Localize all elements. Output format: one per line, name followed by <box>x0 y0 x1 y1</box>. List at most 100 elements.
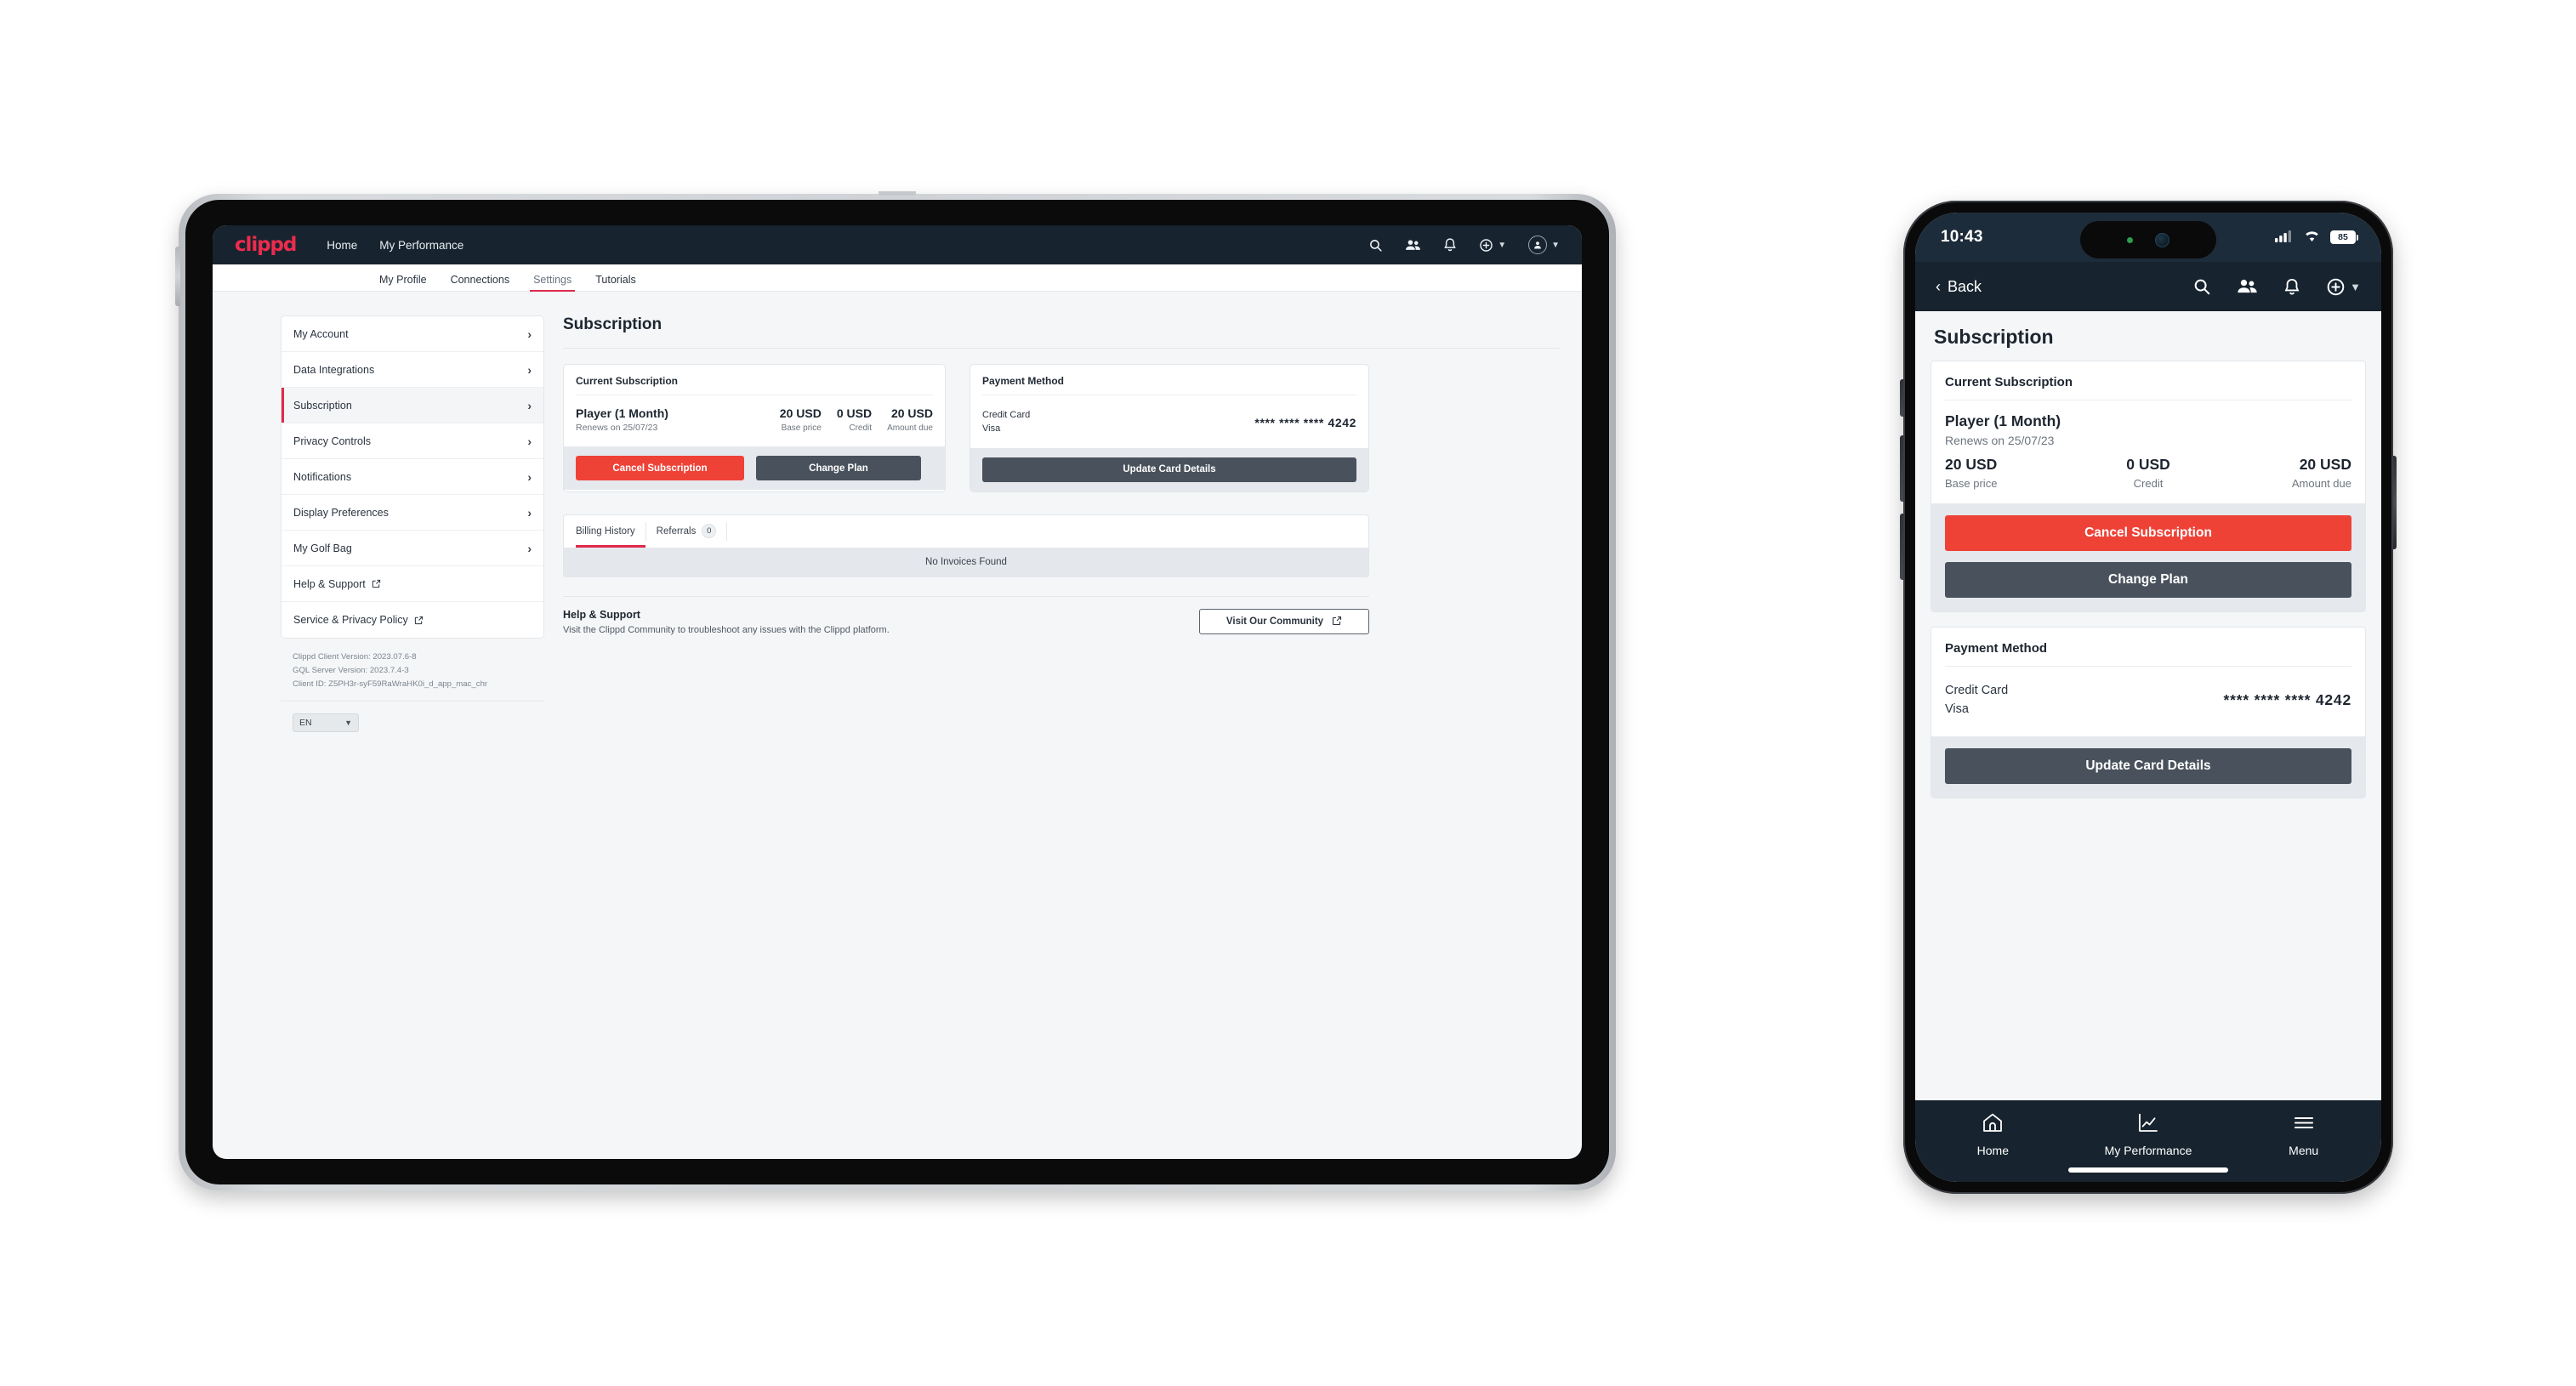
tablet-device: clippd Home My Performance ▼ ▼ My Profil… <box>175 191 1616 1190</box>
tab-menu[interactable]: Menu <box>2226 1112 2381 1157</box>
status-indicators: 85 <box>2275 229 2358 247</box>
people-icon[interactable] <box>1405 238 1421 253</box>
price-value: 20 USD <box>2299 456 2351 473</box>
tablet-volume-button[interactable] <box>175 247 180 306</box>
topnav-home[interactable]: Home <box>327 239 357 252</box>
language-select[interactable]: EN ▼ <box>293 713 359 733</box>
avatar <box>1528 236 1548 254</box>
tab-my-profile[interactable]: My Profile <box>379 274 427 291</box>
phone-screen: 10:43 85 ‹ Back ▼ Subscription Current S… <box>1915 213 2381 1182</box>
sidebar-item-label: Data Integrations <box>293 363 375 376</box>
subscription-details: Player (1 Month) Renews on 25/07/23 20 U… <box>1931 400 2365 503</box>
update-card-details-button[interactable]: Update Card Details <box>982 457 1356 482</box>
visit-community-button[interactable]: Visit Our Community <box>1199 609 1369 635</box>
update-card-details-button[interactable]: Update Card Details <box>1945 747 2351 784</box>
phone-power-button[interactable] <box>2393 456 2397 549</box>
payment-details: Credit Card Visa **** **** **** 4242 <box>970 395 1368 448</box>
sidebar-item-privacy-controls[interactable]: Privacy Controls › <box>281 423 543 459</box>
sidebar-item-display-preferences[interactable]: Display Preferences › <box>281 495 543 531</box>
front-camera-icon <box>2155 232 2169 247</box>
plan-renew-date: Renews on 25/07/23 <box>1945 434 2055 447</box>
sidebar-item-subscription[interactable]: Subscription › <box>281 388 543 423</box>
divider <box>281 701 544 702</box>
price-label: Amount due <box>2291 477 2351 490</box>
clippd-logo[interactable]: clippd <box>235 234 297 256</box>
recording-indicator-icon <box>2127 236 2133 243</box>
search-icon[interactable] <box>1368 238 1383 253</box>
chevron-right-icon: › <box>527 541 532 555</box>
settings-sidebar: My Account › Data Integrations › Subscri… <box>281 315 544 733</box>
divider <box>563 348 1560 349</box>
sidebar-item-label: Subscription <box>293 399 352 412</box>
divider <box>726 521 728 541</box>
price-amount-due: 20 USD Amount due <box>2216 456 2351 490</box>
bell-icon[interactable] <box>2283 277 2300 297</box>
topbar-icon-group: ▼ ▼ <box>1368 236 1560 254</box>
sidebar-item-service-privacy-policy[interactable]: Service & Privacy Policy <box>281 602 543 638</box>
card-brand: Visa <box>1945 702 1969 716</box>
back-label: Back <box>1948 277 1982 295</box>
price-credit: 0 USD Credit <box>837 406 872 433</box>
people-icon[interactable] <box>2237 277 2258 296</box>
plan-name: Player (1 Month) <box>1945 412 2061 429</box>
payment-method-card: Payment Method Credit Card Visa **** ***… <box>970 364 1369 492</box>
tab-home[interactable]: Home <box>1915 1112 2071 1157</box>
tab-tutorials[interactable]: Tutorials <box>595 274 635 291</box>
sidebar-item-label: Notifications <box>293 470 352 483</box>
chevron-down-icon: ▼ <box>344 719 352 728</box>
chevron-right-icon: › <box>527 434 532 448</box>
phone-status-bar: 10:43 85 <box>1915 213 2381 262</box>
price-row: 20 USD Base price 0 USD Credit 20 USD Am… <box>1945 456 2351 490</box>
tab-settings[interactable]: Settings <box>530 274 576 292</box>
card-heading: Payment Method <box>1945 641 2048 656</box>
card-type: Credit Card <box>1945 684 2009 697</box>
chevron-down-icon[interactable]: ▼ <box>1551 241 1560 250</box>
subscription-actions: Cancel Subscription Change Plan <box>1931 503 2365 611</box>
sidebar-item-notifications[interactable]: Notifications › <box>281 459 543 495</box>
tab-connections[interactable]: Connections <box>451 274 510 291</box>
price-label: Credit <box>849 423 873 433</box>
payment-method-card: Payment Method Credit Card Visa **** ***… <box>1931 627 2366 798</box>
tab-billing-history[interactable]: Billing History <box>576 515 645 548</box>
price-amount-due: 20 USD Amount due <box>887 406 933 433</box>
topnav-my-performance[interactable]: My Performance <box>379 239 463 252</box>
tab-referrals[interactable]: Referrals 0 <box>646 515 727 548</box>
card-number: **** **** **** 4242 <box>2223 691 2351 709</box>
price-base: 20 USD Base price <box>780 406 822 433</box>
bell-icon[interactable] <box>1443 237 1457 253</box>
phone-device: 10:43 85 ‹ Back ▼ Subscription Current S… <box>1900 201 2397 1194</box>
price-label: Base price <box>1945 477 1998 490</box>
wifi-icon <box>2303 229 2321 247</box>
tab-my-performance[interactable]: My Performance <box>2071 1112 2226 1157</box>
plus-circle-icon[interactable]: ▼ <box>1479 238 1506 253</box>
phone-volume-up-button[interactable] <box>1900 435 1903 502</box>
plus-circle-icon[interactable]: ▼ <box>2326 277 2361 297</box>
sidebar-item-my-account[interactable]: My Account › <box>281 316 543 352</box>
sidebar-item-help-support[interactable]: Help & Support <box>281 566 543 602</box>
version-info: Clippd Client Version: 2023.07.6-8 GQL S… <box>281 650 544 702</box>
phone-silent-switch[interactable] <box>1900 379 1903 417</box>
screenshot-stage: clippd Home My Performance ▼ ▼ My Profil… <box>0 0 2576 1386</box>
sidebar-item-label: My Golf Bag <box>293 542 352 554</box>
phone-nav-bar: ‹ Back ▼ <box>1915 262 2381 311</box>
change-plan-button[interactable]: Change Plan <box>1945 562 2351 598</box>
phone-volume-down-button[interactable] <box>1900 514 1903 580</box>
price-label: Credit <box>2133 477 2164 490</box>
current-subscription-card: Current Subscription Player (1 Month) Re… <box>563 364 946 492</box>
sidebar-item-data-integrations[interactable]: Data Integrations › <box>281 352 543 388</box>
card-number: **** **** **** 4242 <box>1254 415 1356 429</box>
phone-nav-icons: ▼ <box>2192 277 2361 297</box>
settings-main: Subscription Current Subscription Player… <box>563 315 1560 732</box>
change-plan-button[interactable]: Change Plan <box>756 456 921 480</box>
chevron-down-icon[interactable]: ▼ <box>2350 281 2361 293</box>
back-button[interactable]: ‹ Back <box>1936 278 1982 296</box>
search-icon[interactable] <box>2192 277 2211 296</box>
chevron-down-icon[interactable]: ▼ <box>1498 241 1506 250</box>
referrals-count-badge: 0 <box>702 524 717 539</box>
account-avatar-icon[interactable]: ▼ <box>1528 236 1560 254</box>
price-label: Amount due <box>887 423 933 433</box>
sidebar-item-my-golf-bag[interactable]: My Golf Bag › <box>281 531 543 566</box>
plan-name: Player (1 Month) <box>576 406 668 420</box>
cancel-subscription-button[interactable]: Cancel Subscription <box>576 456 744 480</box>
cancel-subscription-button[interactable]: Cancel Subscription <box>1945 515 2351 551</box>
